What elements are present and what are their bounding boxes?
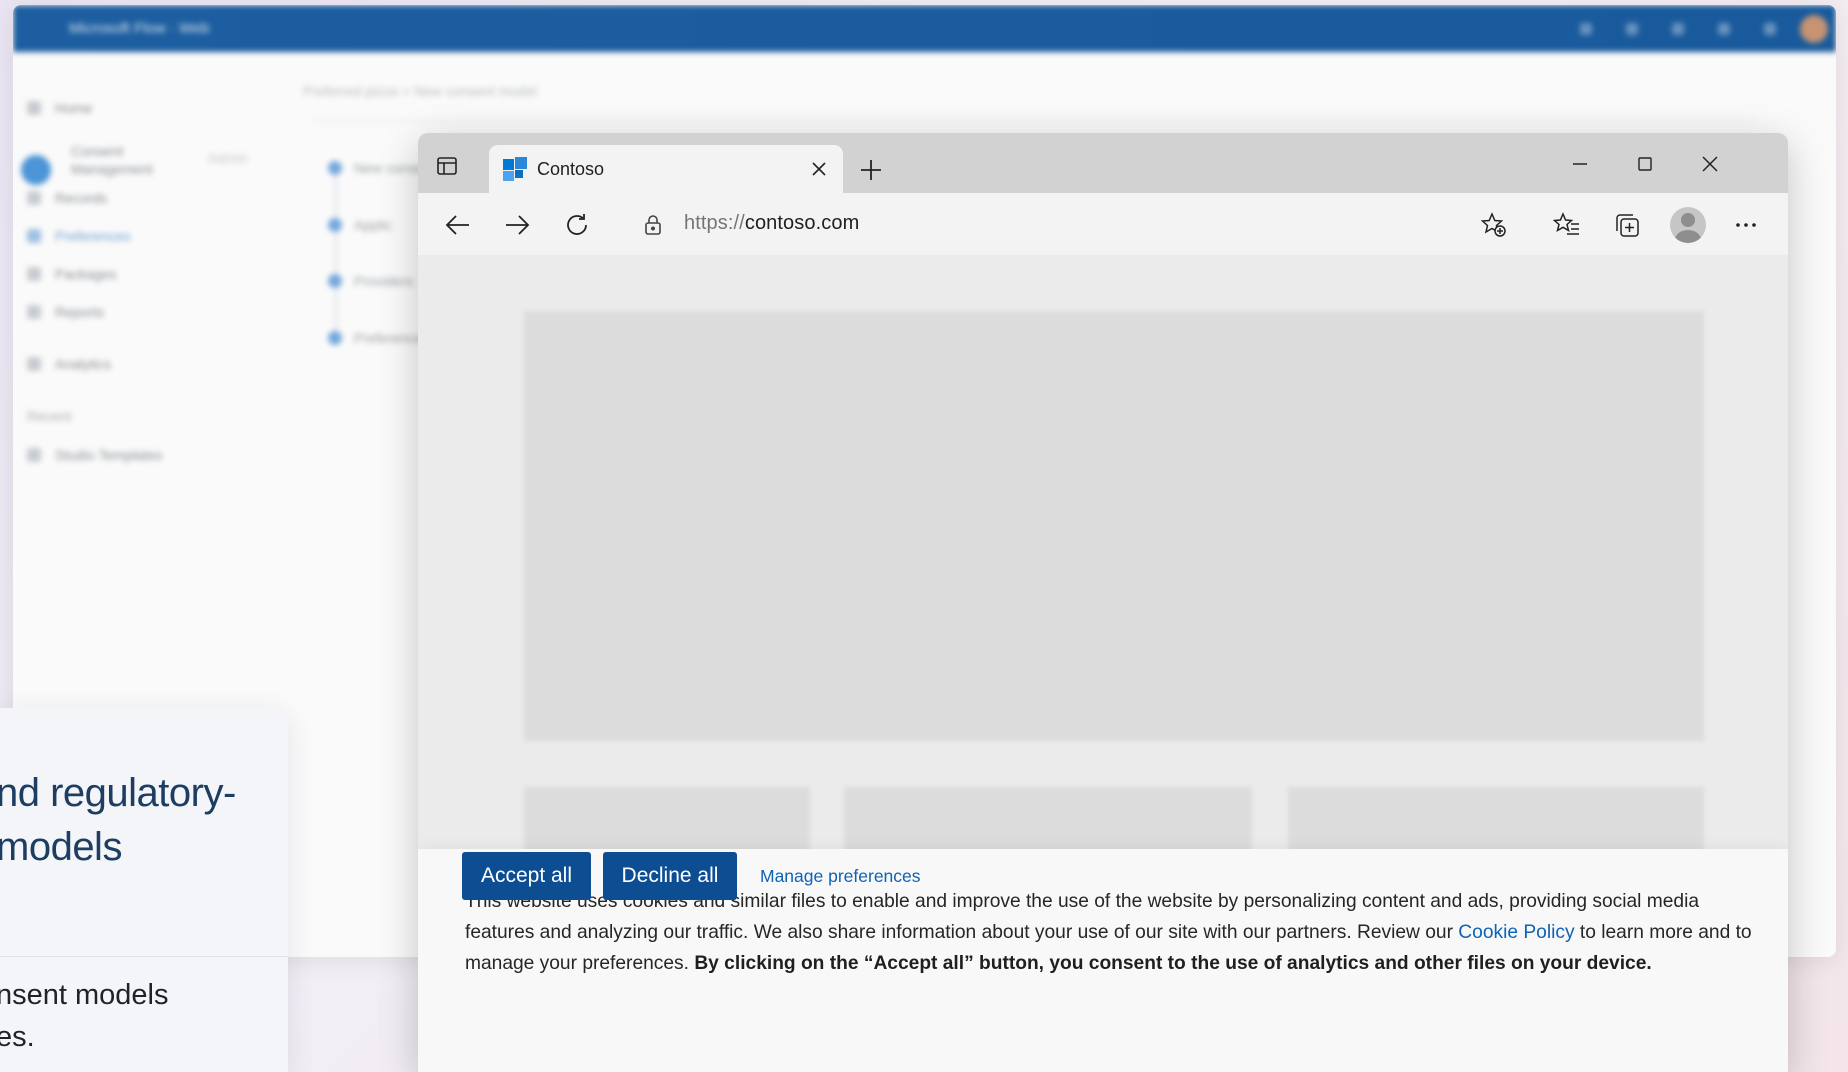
navigation-toolbar: https://contoso.com	[418, 193, 1788, 255]
address-bar-url[interactable]: https://contoso.com	[684, 212, 859, 235]
background-nav-item: Records	[27, 190, 107, 206]
maximize-button[interactable]	[1628, 147, 1662, 181]
background-list-item: Applic	[328, 217, 392, 233]
collections-icon	[1616, 214, 1639, 237]
favorites-icon	[1553, 212, 1579, 235]
more-button[interactable]	[1728, 207, 1764, 243]
close-icon	[1702, 156, 1718, 172]
accept-all-button[interactable]: Accept all	[462, 852, 591, 900]
background-nav-section: Recent	[27, 408, 72, 424]
forward-button[interactable]	[501, 209, 533, 241]
background-app-title: Microsoft Flow · Web	[69, 20, 210, 37]
tab-actions-button[interactable]	[432, 151, 462, 181]
tab-actions-icon	[437, 157, 457, 175]
profile-icon[interactable]	[1670, 207, 1706, 243]
arrow-left-icon	[445, 215, 469, 235]
tab-contoso[interactable]: Contoso	[489, 145, 843, 193]
marketing-subtext: nsent models es.	[0, 979, 169, 1053]
minimize-icon	[1573, 163, 1587, 165]
background-timeline	[335, 170, 337, 340]
cookie-consent-bold-text: By clicking on the “Accept all” button, …	[694, 953, 1652, 974]
background-nav-item: Home	[27, 100, 92, 116]
cookie-policy-link[interactable]: Cookie Policy	[1458, 922, 1574, 943]
background-app-logo	[21, 155, 51, 185]
background-titlebar-icons	[1580, 23, 1776, 35]
collections-button[interactable]	[1609, 207, 1645, 243]
marketing-heading: nd regulatory- models	[0, 771, 236, 869]
background-list-item: Providers	[328, 273, 413, 289]
background-avatar	[1800, 15, 1828, 43]
marketing-divider	[0, 956, 288, 957]
more-icon	[1736, 223, 1756, 227]
star-add-icon	[1480, 212, 1506, 237]
url-host: contoso.com	[744, 212, 860, 234]
page-card-placeholder	[524, 787, 810, 857]
decline-all-button[interactable]: Decline all	[603, 852, 737, 900]
tab-title: Contoso	[537, 158, 605, 179]
marketing-card: nd regulatory- models nsent models es.	[0, 708, 288, 1072]
background-badge: Admin	[208, 150, 248, 166]
lock-icon	[645, 215, 661, 235]
close-icon	[812, 162, 826, 176]
page-card-placeholder	[844, 787, 1252, 857]
background-list-item: Preference	[328, 330, 422, 346]
background-nav-item: Analytics	[27, 356, 111, 372]
browser-window: Contoso https://contoso.com This website…	[418, 133, 1788, 1072]
background-nav-item: Consent Management	[71, 143, 153, 177]
background-nav-item: Reports	[27, 304, 104, 320]
maximize-icon	[1638, 157, 1652, 171]
plus-icon	[861, 160, 881, 180]
background-nav-item-active: Preferences	[27, 228, 130, 244]
tab-close-button[interactable]	[809, 159, 829, 179]
lock-button[interactable]	[640, 211, 666, 239]
arrow-right-icon	[506, 215, 530, 235]
close-window-button[interactable]	[1693, 147, 1727, 181]
url-scheme: https://	[684, 212, 745, 234]
page-card-placeholder	[1288, 787, 1704, 857]
tab-strip: Contoso	[418, 133, 1788, 193]
manage-preferences-link[interactable]: Manage preferences	[760, 866, 921, 887]
background-nav-item: Packages	[27, 266, 116, 282]
refresh-icon	[567, 214, 587, 235]
refresh-button[interactable]	[561, 209, 593, 241]
contoso-favicon-icon	[503, 157, 527, 181]
favorites-button[interactable]	[1549, 207, 1585, 243]
page-hero-placeholder	[524, 311, 1704, 741]
back-button[interactable]	[442, 209, 474, 241]
background-breadcrumb: Preferred pizza > New consent model	[303, 83, 537, 99]
minimize-button[interactable]	[1563, 147, 1597, 181]
add-favorite-button[interactable]	[1476, 207, 1512, 243]
new-tab-button[interactable]	[856, 155, 886, 185]
background-app-titlebar: Microsoft Flow · Web	[13, 5, 1836, 52]
background-nav-item: Studio Templates	[27, 447, 162, 463]
background-divider	[313, 120, 1756, 122]
